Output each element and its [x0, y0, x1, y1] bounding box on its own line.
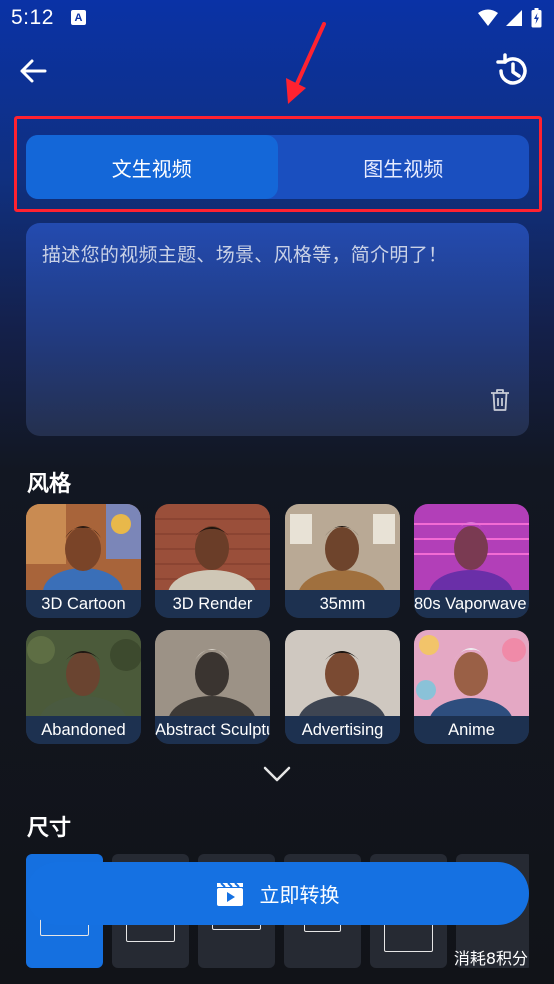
video-clapper-icon [216, 881, 243, 906]
style-thumbnail [414, 630, 529, 720]
style-card-3d-cartoon[interactable]: 3D Cartoon [26, 504, 141, 618]
back-button[interactable] [16, 54, 50, 88]
prompt-textarea[interactable]: 描述您的视频主题、场景、风格等，简介明了！ [26, 223, 529, 436]
history-clock-icon [496, 53, 527, 85]
style-label: 80s Vaporwave [414, 590, 529, 618]
arrow-left-icon [20, 59, 47, 83]
style-card-35mm[interactable]: 35mm [285, 504, 400, 618]
cost-text: 消耗8积分 [453, 949, 528, 968]
style-label: 3D Render [155, 590, 270, 618]
style-label: Anime [414, 716, 529, 744]
history-button[interactable] [494, 52, 532, 90]
style-label: 3D Cartoon [26, 590, 141, 618]
style-card-80s-vaporwave[interactable]: 80s Vaporwave [414, 504, 529, 618]
status-time: 5:12 [11, 6, 54, 29]
convert-button-label: 立即转换 [259, 883, 340, 907]
style-label: Abstract Sculpture [155, 716, 270, 744]
prompt-placeholder: 描述您的视频主题、场景、风格等，简介明了！ [42, 244, 448, 266]
style-card-abstract-sculpture[interactable]: Abstract Sculpture [155, 630, 270, 744]
signal-icon [506, 10, 522, 26]
style-thumbnail [285, 504, 400, 594]
style-label: Advertising [285, 716, 400, 744]
battery-icon [531, 8, 542, 28]
wifi-icon [478, 9, 498, 26]
convert-button[interactable]: 立即转换 [26, 862, 529, 925]
style-thumbnail [26, 504, 141, 594]
style-label: Abandoned [26, 716, 141, 744]
style-thumbnail [155, 504, 270, 594]
tab-image-to-video[interactable]: 图生视频 [278, 135, 530, 199]
trash-icon[interactable] [489, 388, 511, 412]
style-thumbnail [285, 630, 400, 720]
mode-tab-bar: 文生视频 图生视频 [26, 135, 529, 199]
style-thumbnail [26, 630, 141, 720]
annotation-arrow [286, 22, 326, 104]
status-icons [478, 8, 542, 28]
style-card-advertising[interactable]: Advertising [285, 630, 400, 744]
style-thumbnail [155, 630, 270, 720]
size-section-title: 尺寸 [27, 816, 72, 841]
style-thumbnail [414, 504, 529, 594]
style-label: 35mm [285, 590, 400, 618]
style-card-anime[interactable]: Anime [414, 630, 529, 744]
tab-text-to-video[interactable]: 文生视频 [26, 135, 278, 199]
style-card-abandoned[interactable]: Abandoned [26, 630, 141, 744]
style-card-3d-render[interactable]: 3D Render [155, 504, 270, 618]
notification-icon: A [71, 10, 86, 25]
style-section-title: 风格 [27, 472, 72, 497]
status-bar: 5:12 A [0, 0, 554, 36]
chevron-down-icon[interactable] [262, 764, 292, 784]
